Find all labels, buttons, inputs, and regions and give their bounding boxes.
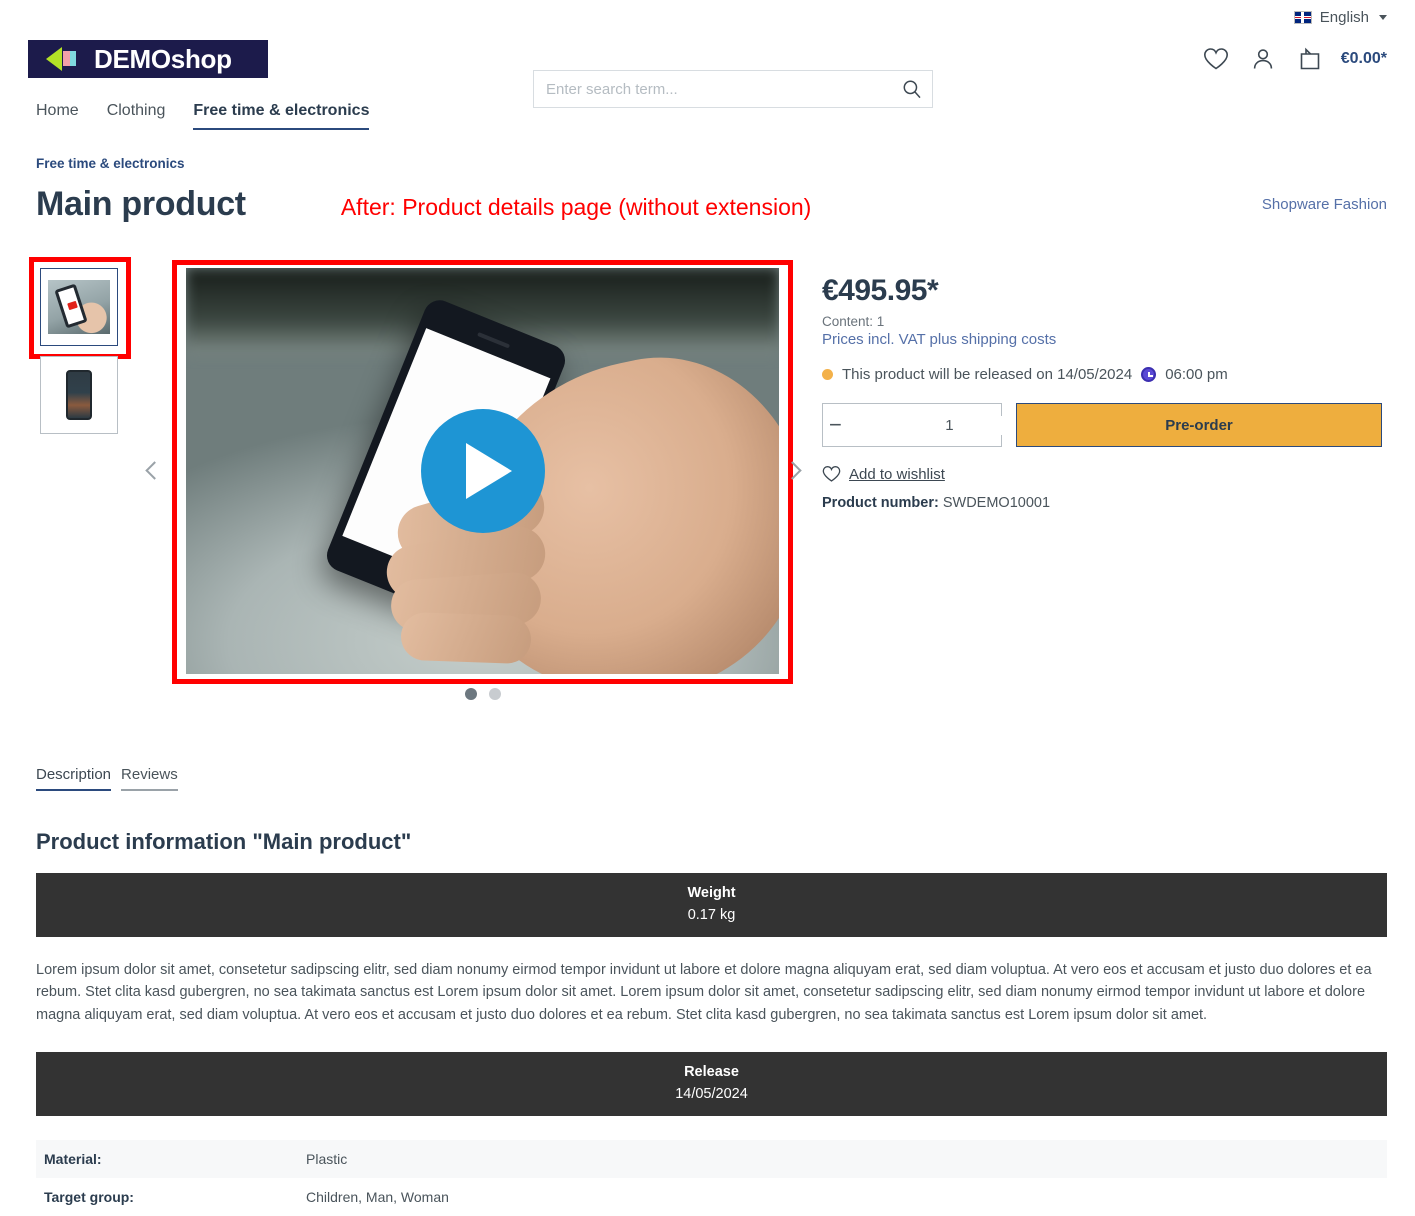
weight-table-header: Weight xyxy=(687,885,736,901)
play-button-icon[interactable] xyxy=(420,409,545,533)
gallery-prev-button[interactable] xyxy=(145,461,174,490)
nav-item-clothing[interactable]: Clothing xyxy=(107,102,166,130)
gallery-dots xyxy=(186,688,779,700)
manufacturer-link[interactable]: Shopware Fashion xyxy=(1262,196,1387,213)
thumbnail-list xyxy=(29,257,140,700)
preorder-button[interactable]: Pre-order xyxy=(1016,403,1382,447)
table-row: Material: Plastic xyxy=(36,1140,1387,1179)
cart-icon[interactable] xyxy=(1297,46,1323,72)
quantity-stepper: − + xyxy=(822,403,1070,447)
site-header: DEMOshop Enter search term... €0.00* xyxy=(0,28,1415,108)
clock-icon xyxy=(1141,367,1157,382)
uk-flag-icon xyxy=(1293,10,1312,24)
product-area: €495.95* Content: 1 Prices incl. VAT plu… xyxy=(29,257,1387,700)
description-body: Lorem ipsum dolor sit amet, consetetur s… xyxy=(36,962,1372,1023)
search-input[interactable] xyxy=(534,80,892,98)
nav-item-free-time-electronics[interactable]: Free time & electronics xyxy=(193,102,370,130)
property-table: Material: Plastic Target group: Children… xyxy=(36,1140,1387,1216)
language-switcher[interactable]: English xyxy=(1293,8,1387,26)
product-gallery xyxy=(140,260,802,700)
status-dot-icon xyxy=(822,369,833,380)
logo-text: DEMOshop xyxy=(94,43,232,74)
search-icon xyxy=(903,80,921,99)
cart-total[interactable]: €0.00* xyxy=(1341,50,1387,68)
product-number-label: Product number: xyxy=(822,495,939,511)
release-time: 06:00 pm xyxy=(1165,366,1228,383)
heart-icon xyxy=(822,466,841,482)
buy-row: − + Pre-order xyxy=(822,403,1382,447)
breadcrumb[interactable]: Free time & electronics xyxy=(36,156,1387,171)
product-price: €495.95* xyxy=(822,274,939,307)
search-button[interactable] xyxy=(892,71,932,107)
release-table-header: Release xyxy=(684,1064,739,1081)
thumbnail-image-2 xyxy=(66,370,92,420)
weight-table-value: 0.17 kg xyxy=(687,907,736,923)
title-row: Main product After: Product details page… xyxy=(36,185,1387,224)
gallery-next-button[interactable] xyxy=(783,461,812,490)
table-row: Target group: Children, Man, Woman xyxy=(36,1178,1387,1216)
buy-box: €495.95* Content: 1 Prices incl. VAT plu… xyxy=(822,268,1382,700)
tab-reviews[interactable]: Reviews xyxy=(121,766,178,791)
logo-mark-icon xyxy=(46,46,80,72)
gallery-stage[interactable] xyxy=(186,268,779,674)
top-utility-bar: English xyxy=(0,0,1415,28)
detail-tabs: Description Reviews xyxy=(36,766,1387,791)
product-content: Content: 1 xyxy=(822,314,885,329)
quantity-decrease-button[interactable]: − xyxy=(823,404,848,446)
add-to-wishlist-button[interactable]: Add to wishlist xyxy=(822,465,1382,483)
gallery-dot-2[interactable] xyxy=(488,688,501,700)
logo[interactable]: DEMOshop xyxy=(28,40,268,78)
nav-item-home[interactable]: Home xyxy=(36,102,79,130)
release-notice: This product will be released on 14/05/2… xyxy=(822,366,1382,383)
description-heading: Product information "Main product" xyxy=(36,829,412,854)
add-to-wishlist-label: Add to wishlist xyxy=(849,465,945,483)
release-notice-text: This product will be released on 14/05/2… xyxy=(842,366,1133,383)
property-value: Plastic xyxy=(306,1151,348,1168)
product-detail-page: English DEMOshop Enter search term... €0… xyxy=(0,0,1415,1216)
account-icon[interactable] xyxy=(1251,47,1275,71)
wishlist-icon[interactable] xyxy=(1203,47,1229,71)
product-number-value: SWDEMO10001 xyxy=(942,495,1051,511)
search-bar xyxy=(533,70,933,108)
property-value: Children, Man, Woman xyxy=(306,1189,449,1206)
thumbnail-phone[interactable] xyxy=(40,356,118,434)
header-actions: €0.00* xyxy=(1203,46,1387,72)
page-title: Main product xyxy=(36,185,246,223)
gallery-dot-1[interactable] xyxy=(464,688,477,700)
weight-table: Weight 0.17 kg xyxy=(36,873,1387,937)
release-table: Release 14/05/2024 xyxy=(36,1052,1387,1117)
product-number-row: Product number: SWDEMO10001 xyxy=(822,495,1382,511)
vat-shipping-link[interactable]: Prices incl. VAT plus shipping costs xyxy=(822,331,1382,348)
thumbnail-image-1 xyxy=(48,280,110,334)
property-label: Material: xyxy=(44,1151,102,1168)
language-label: English xyxy=(1319,8,1369,26)
tab-description[interactable]: Description xyxy=(36,766,112,791)
property-label: Target group: xyxy=(44,1189,134,1206)
thumbnail-video-preview[interactable] xyxy=(29,257,131,359)
release-table-value: 14/05/2024 xyxy=(675,1086,748,1103)
chevron-down-icon xyxy=(1379,14,1387,20)
annotation-label: After: Product details page (without ext… xyxy=(340,194,812,220)
